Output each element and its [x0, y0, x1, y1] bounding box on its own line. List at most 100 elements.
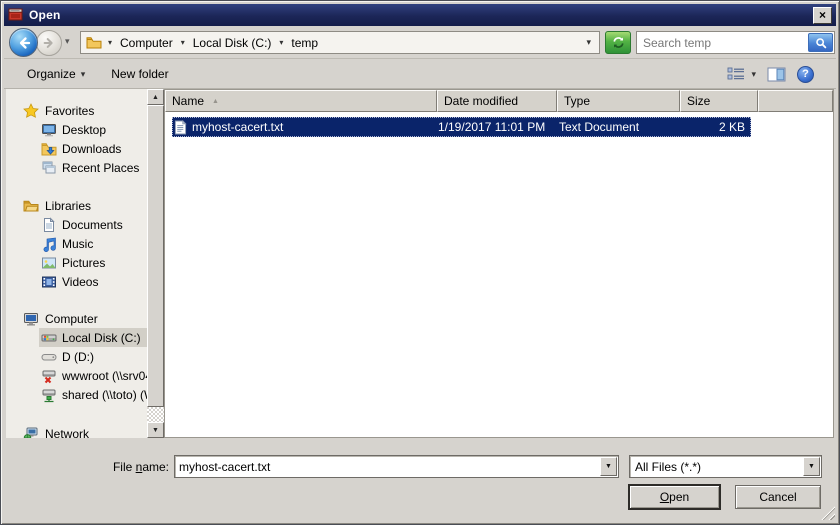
chevron-down-icon: ▾	[81, 69, 86, 80]
sidebar-section-favorites[interactable]: Favorites	[6, 101, 147, 120]
sort-ascending-icon: ▲	[212, 98, 219, 105]
breadcrumb-segment-temp[interactable]: temp	[289, 36, 320, 50]
new-folder-button[interactable]: New folder	[103, 63, 176, 85]
back-button[interactable]	[9, 28, 38, 57]
address-dropdown-icon[interactable]: ▾	[586, 37, 594, 48]
sidebar-item-pictures[interactable]: Pictures	[39, 253, 147, 272]
column-label: Size	[687, 94, 710, 108]
sidebar-scrollbar[interactable]: ▲ ▼	[147, 89, 164, 438]
forward-arrow-icon	[42, 36, 56, 50]
file-list: Name ▲ Date modified Type Size myhost-ca…	[164, 89, 834, 438]
app-icon[interactable]	[8, 7, 24, 23]
triangle-up-icon: ▲	[152, 94, 159, 101]
file-row[interactable]: myhost-cacert.txt 1/19/2017 11:01 PM Tex…	[172, 117, 751, 137]
file-name-label: File name:	[61, 460, 169, 474]
list-view-icon	[727, 67, 745, 81]
chevron-down-icon[interactable]: ▾	[277, 38, 285, 47]
sidebar-item-wwwroot[interactable]: wwwroot (\\srv04\	[39, 366, 147, 385]
file-name-cell: myhost-cacert.txt	[192, 120, 283, 134]
item-label: Pictures	[62, 256, 105, 270]
column-header-size[interactable]: Size	[680, 90, 758, 112]
network-drive-icon	[41, 387, 57, 403]
column-header-name[interactable]: Name ▲	[165, 90, 437, 112]
file-name-combobox[interactable]: ▼	[174, 455, 619, 478]
help-icon: ?	[797, 66, 814, 83]
recent-places-icon	[41, 160, 57, 176]
column-label: Date modified	[444, 94, 518, 108]
close-button[interactable]: ×	[813, 7, 832, 24]
triangle-down-icon: ▼	[808, 463, 815, 470]
search-box	[636, 31, 835, 54]
column-header-row: Name ▲ Date modified Type Size	[165, 90, 833, 112]
sidebar-item-local-disk-c[interactable]: Local Disk (C:)	[39, 328, 147, 347]
scrollbar-thumb[interactable]	[147, 105, 164, 407]
file-type-dropdown-button[interactable]: ▼	[803, 457, 820, 476]
breadcrumb-segment-computer[interactable]: Computer	[118, 36, 175, 50]
chevron-down-icon[interactable]: ▾	[106, 38, 114, 47]
document-icon	[41, 217, 57, 233]
preview-pane-button[interactable]	[767, 60, 786, 88]
sidebar-item-downloads[interactable]: Downloads	[39, 139, 147, 158]
column-header-date-modified[interactable]: Date modified	[437, 90, 557, 112]
sidebar-item-recent-places[interactable]: Recent Places	[39, 158, 147, 177]
picture-icon	[41, 255, 57, 271]
scroll-up-button[interactable]: ▲	[147, 89, 164, 105]
sidebar-item-shared[interactable]: shared (\\toto) (W	[39, 385, 147, 404]
column-header-type[interactable]: Type	[557, 90, 680, 112]
breadcrumb-segment-local-disk[interactable]: Local Disk (C:)	[191, 36, 274, 50]
file-name-dropdown-button[interactable]: ▼	[600, 457, 617, 476]
item-label: D (D:)	[62, 350, 94, 364]
refresh-icon	[611, 35, 626, 50]
chevron-down-icon[interactable]: ▾	[179, 38, 187, 47]
organize-button[interactable]: Organize ▾	[19, 63, 93, 85]
item-label: Documents	[62, 218, 123, 232]
history-chevron-icon[interactable]: ▾	[65, 36, 70, 47]
file-type-value: All Files (*.*)	[630, 460, 803, 474]
item-label: Recent Places	[62, 161, 139, 175]
sidebar-item-desktop[interactable]: Desktop	[39, 120, 147, 139]
sidebar-item-d-drive[interactable]: D (D:)	[39, 347, 147, 366]
sidebar-section-network[interactable]: Network	[6, 424, 147, 438]
network-icon	[23, 426, 39, 439]
section-label: Favorites	[45, 104, 94, 118]
breadcrumb[interactable]: ▾ Computer ▾ Local Disk (C:) ▾ temp ▾	[80, 31, 600, 54]
refresh-button[interactable]	[605, 31, 631, 54]
cancel-button[interactable]: Cancel	[735, 485, 821, 509]
column-label: Type	[564, 94, 590, 108]
file-name-input[interactable]	[175, 460, 600, 474]
file-type-combobox[interactable]: All Files (*.*) ▼	[629, 455, 822, 478]
scroll-down-button[interactable]: ▼	[147, 422, 164, 438]
triangle-down-icon: ▼	[605, 463, 612, 470]
sidebar-section-libraries[interactable]: Libraries	[6, 196, 147, 215]
item-label: Local Disk (C:)	[62, 331, 141, 345]
computer-monitor-icon	[23, 311, 39, 327]
new-folder-label: New folder	[111, 67, 168, 81]
open-dialog-window: Open × ▾ ▾ Computer ▾ Local Disk	[0, 0, 840, 525]
sidebar-item-videos[interactable]: Videos	[39, 272, 147, 291]
downloads-folder-icon	[41, 141, 57, 157]
sidebar-section-computer[interactable]: Computer	[6, 309, 147, 328]
item-label: Desktop	[62, 123, 106, 137]
sidebar-item-music[interactable]: Music	[39, 234, 147, 253]
search-input[interactable]	[637, 36, 807, 50]
star-icon	[23, 103, 39, 119]
triangle-down-icon: ▼	[152, 427, 159, 434]
open-button[interactable]: Open	[629, 485, 720, 509]
sidebar-item-documents[interactable]: Documents	[39, 215, 147, 234]
magnifier-icon	[814, 36, 828, 50]
search-button[interactable]	[808, 33, 833, 52]
music-note-icon	[41, 236, 57, 252]
forward-button[interactable]	[36, 30, 62, 56]
section-label: Libraries	[45, 199, 91, 213]
item-label: wwwroot (\\srv04\	[62, 369, 147, 383]
hard-disk-icon	[41, 330, 57, 346]
text-document-icon	[174, 120, 187, 135]
file-size-cell: 2 KB	[675, 120, 751, 134]
help-button[interactable]: ?	[797, 60, 814, 88]
command-toolbar: Organize ▾ New folder ▾	[4, 60, 836, 89]
title-bar[interactable]: Open ×	[4, 4, 836, 26]
views-button[interactable]: ▾	[727, 60, 756, 88]
resize-grip[interactable]	[821, 506, 835, 520]
item-label: Music	[62, 237, 93, 251]
folder-icon	[86, 35, 102, 51]
